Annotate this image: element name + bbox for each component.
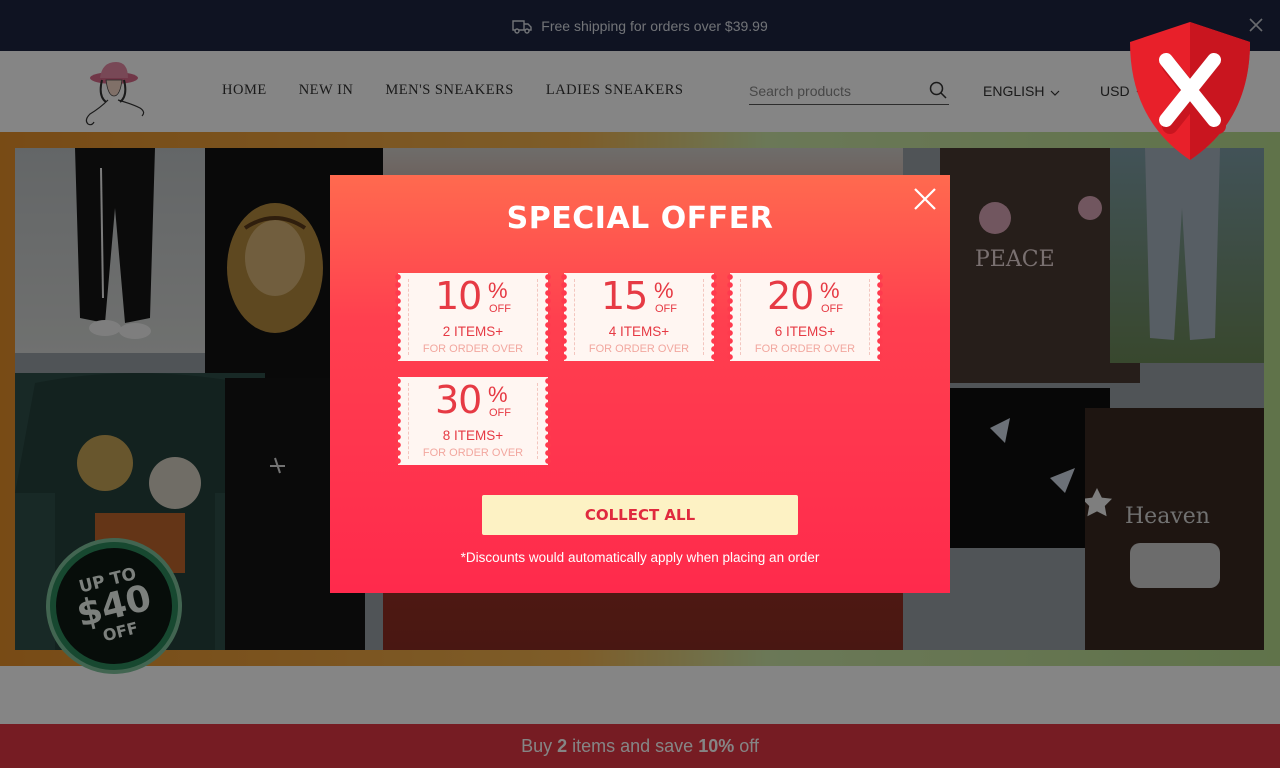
modal-title: SPECIAL OFFER: [506, 201, 774, 236]
coupon-percent: %: [488, 382, 508, 407]
coupon-card[interactable]: 30 % OFF 8 ITEMS+ FOR ORDER OVER: [395, 377, 551, 465]
special-offer-modal: SPECIAL OFFER 10 % OFF 2 ITEMS+ FOR ORDE…: [330, 175, 950, 593]
discount-disclaimer: *Discounts would automatically apply whe…: [460, 550, 820, 565]
coupon-value: 30: [435, 378, 482, 422]
coupon-off: OFF: [821, 303, 843, 315]
collect-all-button[interactable]: COLLECT ALL: [482, 495, 798, 535]
shield-icon[interactable]: [1126, 20, 1254, 162]
coupon-value: 10: [435, 274, 482, 318]
coupon-value: 20: [767, 274, 814, 318]
coupon-items: 8 ITEMS+: [442, 428, 504, 443]
coupon-card[interactable]: 15 % OFF 4 ITEMS+ FOR ORDER OVER: [561, 273, 717, 361]
coupon-condition: FOR ORDER OVER: [422, 343, 524, 355]
coupon-items: 2 ITEMS+: [442, 324, 504, 339]
coupon-percent: %: [654, 278, 674, 303]
coupon-condition: FOR ORDER OVER: [422, 447, 524, 459]
coupon-items: 6 ITEMS+: [774, 324, 836, 339]
coupon-condition: FOR ORDER OVER: [588, 343, 690, 355]
coupon-percent: %: [488, 278, 508, 303]
coupon-off: OFF: [489, 407, 511, 419]
coupon-condition: FOR ORDER OVER: [754, 343, 856, 355]
coupon-off: OFF: [489, 303, 511, 315]
coupon-value: 15: [601, 274, 648, 318]
coupon-off: OFF: [655, 303, 677, 315]
coupon-card[interactable]: 20 % OFF 6 ITEMS+ FOR ORDER OVER: [727, 273, 883, 361]
coupon-percent: %: [820, 278, 840, 303]
coupon-card[interactable]: 10 % OFF 2 ITEMS+ FOR ORDER OVER: [395, 273, 551, 361]
coupon-items: 4 ITEMS+: [608, 324, 670, 339]
